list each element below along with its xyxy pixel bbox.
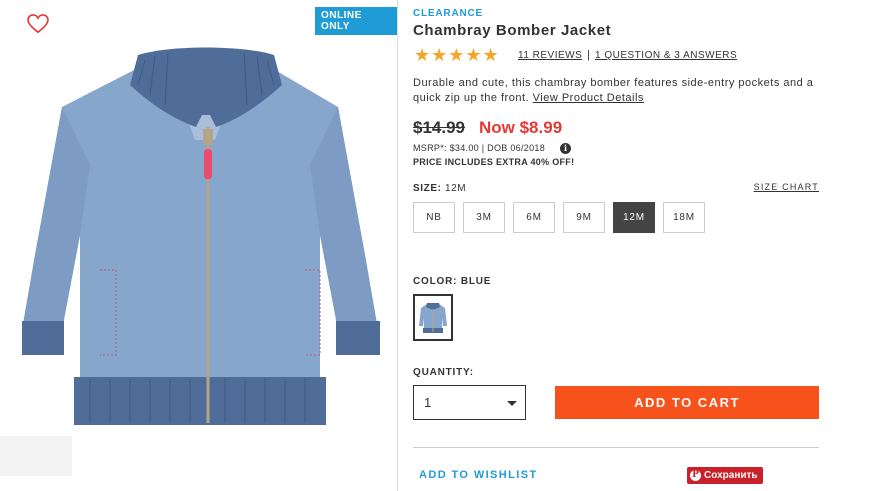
size-label-prefix: SIZE: — [413, 183, 442, 194]
extra-discount-text: PRICE INCLUDES EXTRA 40% OFF! — [413, 157, 575, 167]
online-only-badge: ONLINE ONLY — [315, 7, 397, 35]
qa-link[interactable]: 1 QUESTION & 3 ANSWERS — [595, 50, 737, 61]
pinterest-icon: P — [690, 470, 701, 481]
dropdown-arrow-icon — [507, 401, 517, 406]
size-options: NB 3M 6M 9M 12M 18M — [413, 202, 705, 233]
rating-stars-icon: ★★★★★ — [414, 45, 500, 65]
sale-price: Now $8.99 — [479, 118, 563, 137]
color-swatch-blue[interactable] — [413, 294, 453, 341]
size-selected-value: 12M — [444, 183, 467, 194]
quantity-label: QUANTITY: — [413, 367, 474, 378]
pinterest-save-button[interactable]: P Сохранить — [687, 467, 763, 484]
reviews-link[interactable]: 11 REVIEWS — [518, 50, 582, 61]
quantity-select[interactable]: 1 — [413, 385, 526, 420]
size-option-12m[interactable]: 12M — [613, 202, 655, 233]
quantity-value: 1 — [424, 395, 432, 410]
size-option-3m[interactable]: 3M — [463, 202, 505, 233]
product-image-panel: ONLINE ONLY — [0, 0, 398, 491]
qa-separator: | — [587, 49, 590, 61]
original-price: $14.99 — [413, 118, 465, 137]
image-bottom-strip — [0, 436, 72, 476]
size-label: SIZE: 12M — [413, 183, 466, 194]
product-description: Durable and cute, this chambray bomber f… — [413, 76, 819, 106]
info-icon[interactable]: i — [560, 143, 571, 154]
size-option-18m[interactable]: 18M — [663, 202, 705, 233]
size-option-9m[interactable]: 9M — [563, 202, 605, 233]
size-option-6m[interactable]: 6M — [513, 202, 555, 233]
add-to-wishlist-link[interactable]: ADD TO WISHLIST — [419, 469, 538, 481]
size-chart-link[interactable]: SIZE CHART — [754, 182, 819, 192]
heart-outline-icon[interactable] — [27, 14, 49, 34]
pinterest-save-label: Сохранить — [704, 470, 758, 481]
product-image[interactable] — [20, 45, 395, 435]
product-title: Chambray Bomber Jacket — [413, 22, 612, 39]
msrp-text: MSRP*: $34.00 | DOB 06/2018 — [413, 143, 546, 153]
divider — [413, 447, 819, 448]
view-details-link[interactable]: View Product Details — [533, 92, 644, 104]
add-to-cart-button[interactable]: ADD TO CART — [555, 386, 819, 419]
size-option-nb[interactable]: NB — [413, 202, 455, 233]
clearance-tag: CLEARANCE — [413, 8, 483, 19]
color-label: COLOR: BLUE — [413, 276, 492, 287]
jacket-thumbnail-icon — [419, 302, 447, 333]
